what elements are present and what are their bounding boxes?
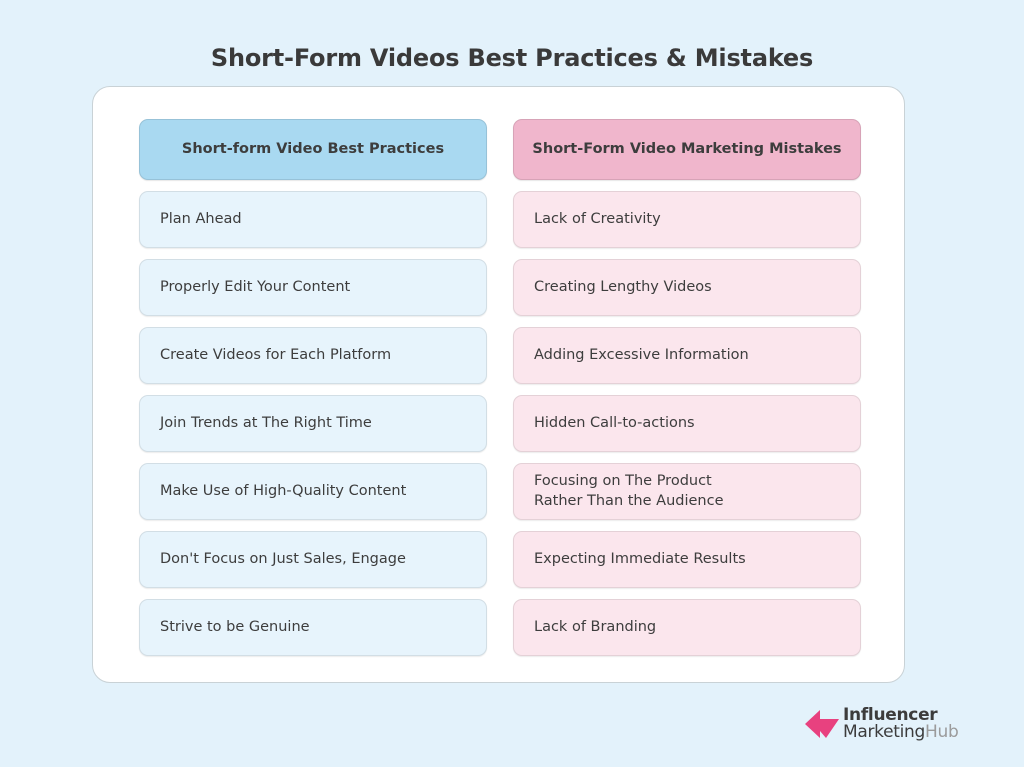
content-card: Short-form Video Best Practices Plan Ahe… (92, 86, 905, 683)
page-title: Short-Form Videos Best Practices & Mista… (210, 44, 814, 73)
list-item[interactable]: Lack of Creativity (513, 191, 861, 248)
column-header-mistakes: Short-Form Video Marketing Mistakes (513, 119, 861, 180)
column-best-practices: Short-form Video Best Practices Plan Ahe… (139, 119, 487, 656)
list-item[interactable]: Focusing on The Product Rather Than the … (513, 463, 861, 520)
list-item[interactable]: Make Use of High-Quality Content (139, 463, 487, 520)
list-item[interactable]: Hidden Call-to-actions (513, 395, 861, 452)
list-item[interactable]: Expecting Immediate Results (513, 531, 861, 588)
columns-container: Short-form Video Best Practices Plan Ahe… (139, 119, 861, 656)
list-item[interactable]: Adding Excessive Information (513, 327, 861, 384)
list-item[interactable]: Creating Lengthy Videos (513, 259, 861, 316)
list-item[interactable]: Don't Focus on Just Sales, Engage (139, 531, 487, 588)
logo-word-hub: Hub (925, 722, 959, 742)
logo-word-marketing: Marketing (843, 722, 926, 742)
logo-wordmark: Influencer MarketingHub (843, 706, 959, 742)
logo-line-marketinghub: MarketingHub (843, 722, 959, 742)
left-arrow-icon (803, 705, 841, 743)
list-item[interactable]: Create Videos for Each Platform (139, 327, 487, 384)
list-item[interactable]: Lack of Branding (513, 599, 861, 656)
column-mistakes: Short-Form Video Marketing Mistakes Lack… (513, 119, 861, 656)
list-item[interactable]: Plan Ahead (139, 191, 487, 248)
list-item[interactable]: Join Trends at The Right Time (139, 395, 487, 452)
list-item[interactable]: Properly Edit Your Content (139, 259, 487, 316)
list-item[interactable]: Strive to be Genuine (139, 599, 487, 656)
column-header-best-practices: Short-form Video Best Practices (139, 119, 487, 180)
influencer-marketing-hub-logo: Influencer MarketingHub (803, 701, 973, 747)
